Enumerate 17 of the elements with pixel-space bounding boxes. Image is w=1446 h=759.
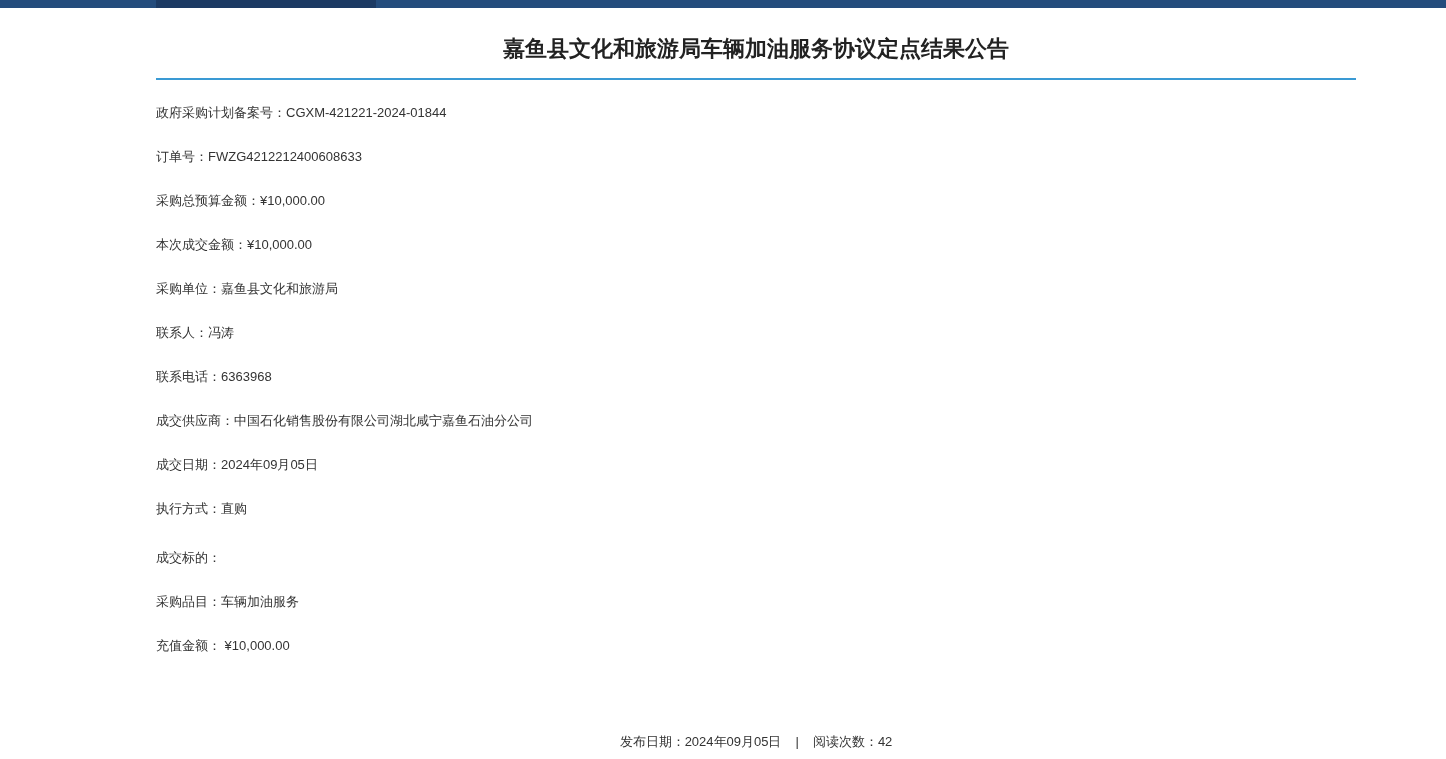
footer-separator: | [795,734,799,750]
info-line: 执行方式：直购 [156,501,247,517]
page-title: 嘉鱼县文化和旅游局车辆加油服务协议定点结果公告 [156,8,1356,80]
info-line: 成交供应商：中国石化销售股份有限公司湖北咸宁嘉鱼石油分公司 [156,413,533,429]
info-line: 政府采购计划备案号：CGXM-421221-2024-01844 [156,105,447,121]
info-line: 采购总预算金额：¥10,000.00 [156,193,326,209]
publish-date: 发布日期：2024年09月05日 [619,734,782,750]
read-count: 阅读次数：42 [812,734,893,750]
info-line: 联系电话：6363968 [156,369,272,385]
info-line: 充值金额： ¥10,000.00 [156,638,290,654]
info-line: 订单号：FWZG4212212400608633 [156,149,362,165]
info-line: 采购单位：嘉鱼县文化和旅游局 [156,281,338,297]
info-line: 采购品目：车辆加油服务 [156,594,299,610]
info-line: 本次成交金额：¥10,000.00 [156,237,313,253]
info-line: 成交日期：2024年09月05日 [156,457,318,473]
info-line: 联系人：冯涛 [156,325,234,341]
info-line: 成交标的： [156,550,221,566]
